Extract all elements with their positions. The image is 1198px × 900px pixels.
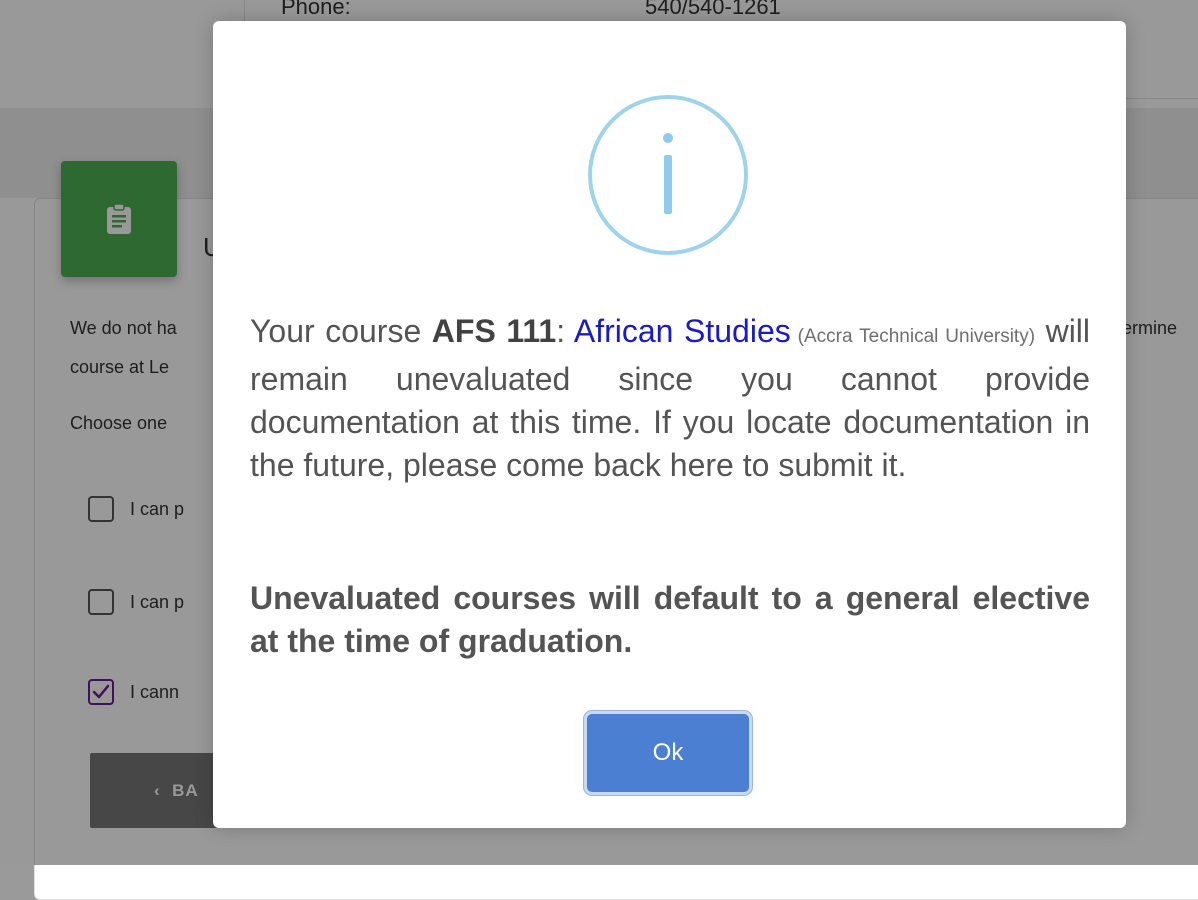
ok-button[interactable]: Ok	[587, 714, 749, 792]
course-separator: :	[556, 313, 574, 349]
dialog-message: Your course AFS 111: African Studies (Ac…	[250, 310, 1090, 487]
course-name-link[interactable]: African Studies	[574, 313, 791, 349]
dialog-warning: Unevaluated courses will default to a ge…	[250, 580, 1090, 659]
message-prefix: Your course	[250, 313, 432, 349]
course-code: AFS 111	[431, 313, 557, 349]
info-dialog: Your course AFS 111: African Studies (Ac…	[213, 21, 1126, 828]
info-icon	[588, 95, 748, 255]
course-school: (Accra Technical University)	[790, 326, 1036, 347]
